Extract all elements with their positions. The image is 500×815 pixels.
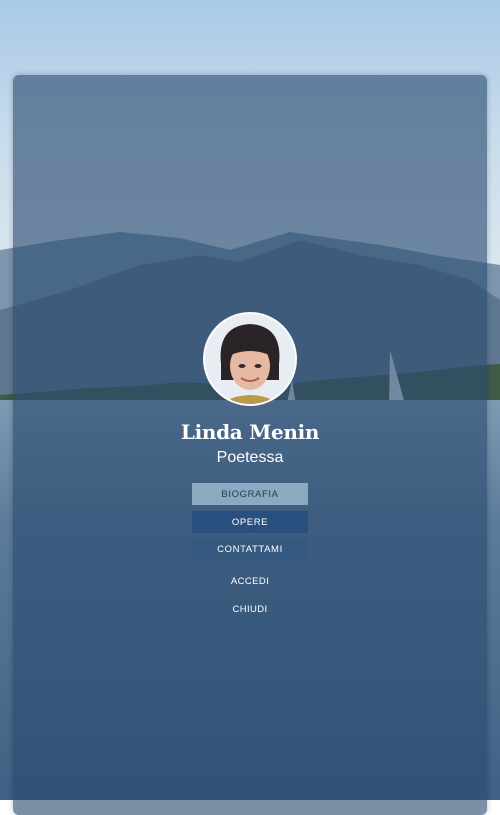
avatar xyxy=(203,312,297,406)
contattami-button[interactable]: CONTATTAMI xyxy=(192,538,308,560)
profile-name: Linda Menin xyxy=(180,420,320,444)
profile-panel xyxy=(13,75,487,815)
close-link[interactable]: CHIUDI xyxy=(0,604,500,615)
login-link[interactable]: ACCEDI xyxy=(0,576,500,587)
biografia-button[interactable]: BIOGRAFIA xyxy=(192,483,308,505)
profile-role: Poetessa xyxy=(216,449,284,466)
avatar-photo-icon xyxy=(205,314,295,404)
opere-button[interactable]: OPERE xyxy=(192,511,308,533)
